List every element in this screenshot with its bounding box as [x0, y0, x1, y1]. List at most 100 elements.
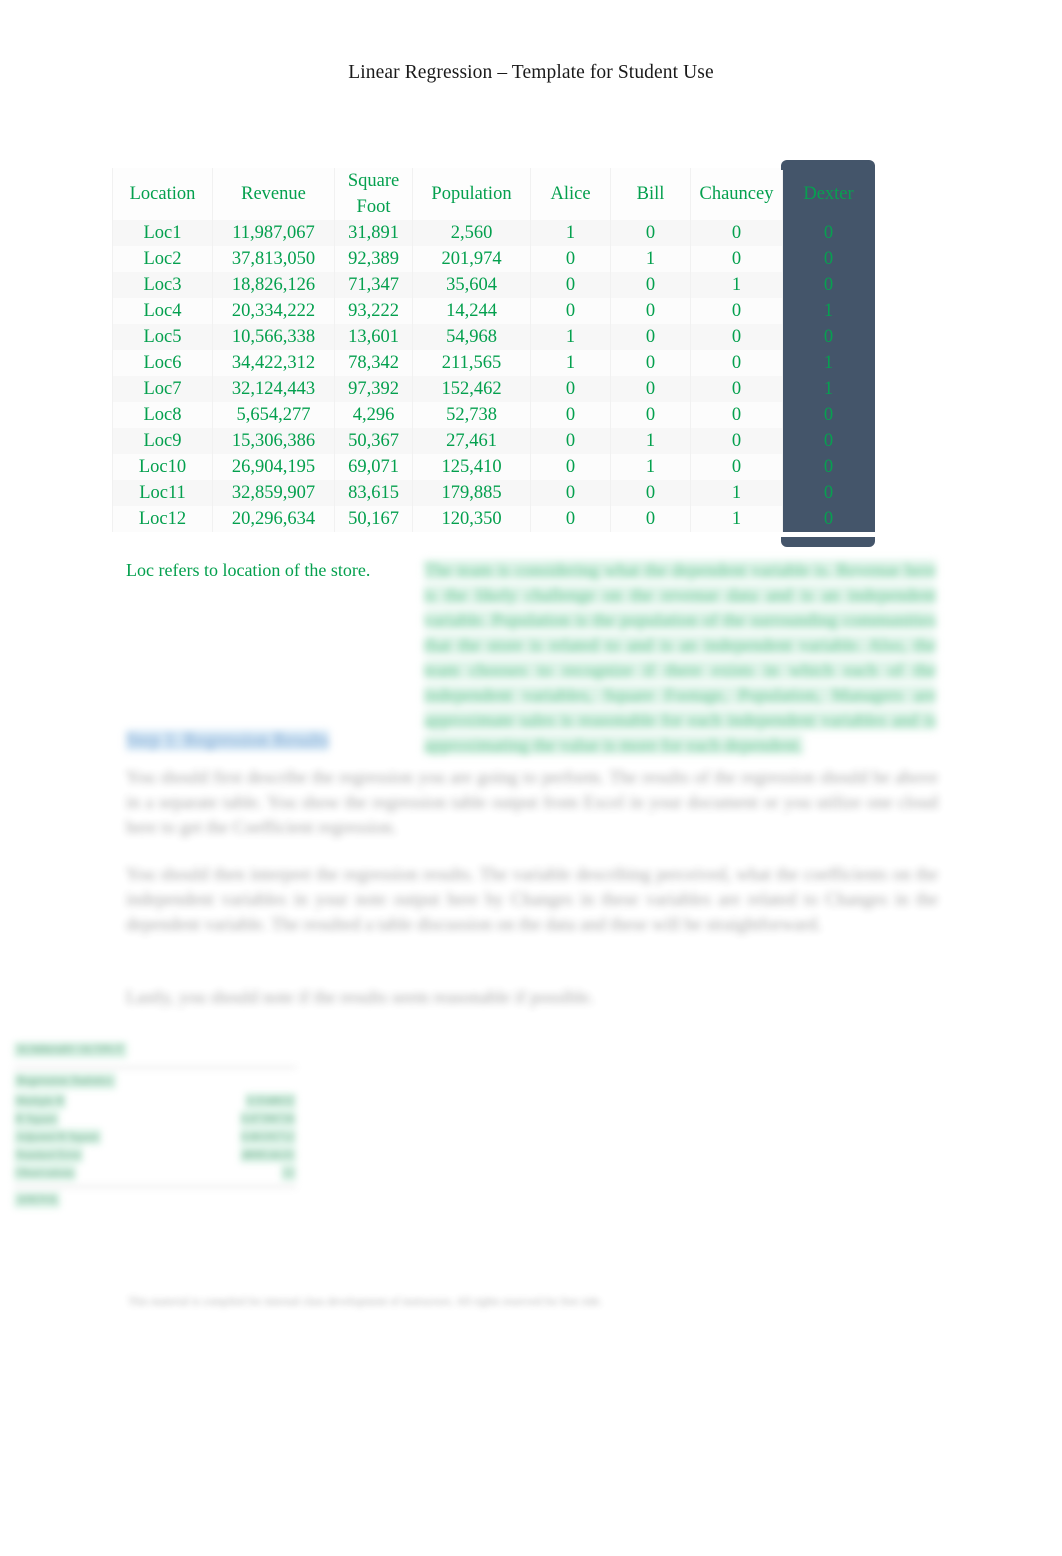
- cell-bill[interactable]: 0: [610, 402, 691, 428]
- cell-alice[interactable]: 0: [530, 428, 611, 454]
- cell-revenue[interactable]: 26,904,195: [212, 454, 335, 480]
- cell-chauncey[interactable]: 0: [690, 350, 783, 376]
- cell-alice[interactable]: 1: [530, 350, 611, 376]
- cell-chauncey[interactable]: 1: [690, 506, 783, 532]
- cell-population[interactable]: 52,738: [412, 402, 531, 428]
- cell-dexter[interactable]: 0: [782, 402, 875, 428]
- cell-location[interactable]: Loc4: [112, 298, 213, 324]
- cell-location[interactable]: Loc7: [112, 376, 213, 402]
- cell-location[interactable]: Loc2: [112, 246, 213, 272]
- cell-square_foot[interactable]: 83,615: [334, 480, 413, 506]
- cell-alice[interactable]: 0: [530, 402, 611, 428]
- cell-location[interactable]: Loc5: [112, 324, 213, 350]
- cell-population[interactable]: 179,885: [412, 480, 531, 506]
- cell-dexter[interactable]: 0: [782, 272, 875, 298]
- cell-population[interactable]: 201,974: [412, 246, 531, 272]
- col-header-chauncey[interactable]: Chauncey: [690, 168, 783, 220]
- cell-location[interactable]: Loc1: [112, 220, 213, 246]
- cell-location[interactable]: Loc11: [112, 480, 213, 506]
- cell-bill[interactable]: 0: [610, 506, 691, 532]
- col-header-bill[interactable]: Bill: [610, 168, 691, 220]
- col-header-population[interactable]: Population: [412, 168, 531, 220]
- col-header-square-foot[interactable]: Square Foot: [334, 168, 413, 220]
- cell-square_foot[interactable]: 78,342: [334, 350, 413, 376]
- cell-alice[interactable]: 0: [530, 506, 611, 532]
- cell-population[interactable]: 54,968: [412, 324, 531, 350]
- col-header-dexter[interactable]: Dexter: [782, 168, 875, 220]
- cell-dexter[interactable]: 0: [782, 246, 875, 272]
- cell-alice[interactable]: 0: [530, 480, 611, 506]
- cell-alice[interactable]: 1: [530, 324, 611, 350]
- cell-bill[interactable]: 1: [610, 246, 691, 272]
- cell-square_foot[interactable]: 69,071: [334, 454, 413, 480]
- cell-bill[interactable]: 0: [610, 324, 691, 350]
- cell-revenue[interactable]: 18,826,126: [212, 272, 335, 298]
- cell-bill[interactable]: 0: [610, 298, 691, 324]
- cell-dexter[interactable]: 1: [782, 376, 875, 402]
- cell-alice[interactable]: 0: [530, 246, 611, 272]
- cell-alice[interactable]: 0: [530, 454, 611, 480]
- cell-bill[interactable]: 0: [610, 220, 691, 246]
- cell-dexter[interactable]: 0: [782, 220, 875, 246]
- cell-revenue[interactable]: 32,859,907: [212, 480, 335, 506]
- cell-chauncey[interactable]: 0: [690, 324, 783, 350]
- cell-revenue[interactable]: 20,296,634: [212, 506, 335, 532]
- cell-revenue[interactable]: 11,987,067: [212, 220, 335, 246]
- cell-revenue[interactable]: 15,306,386: [212, 428, 335, 454]
- cell-dexter[interactable]: 0: [782, 506, 875, 532]
- cell-square_foot[interactable]: 71,347: [334, 272, 413, 298]
- cell-chauncey[interactable]: 0: [690, 246, 783, 272]
- cell-location[interactable]: Loc12: [112, 506, 213, 532]
- cell-dexter[interactable]: 0: [782, 480, 875, 506]
- col-header-location[interactable]: Location: [112, 168, 213, 220]
- cell-bill[interactable]: 1: [610, 428, 691, 454]
- cell-chauncey[interactable]: 0: [690, 376, 783, 402]
- cell-revenue[interactable]: 20,334,222: [212, 298, 335, 324]
- cell-alice[interactable]: 0: [530, 272, 611, 298]
- cell-revenue[interactable]: 10,566,338: [212, 324, 335, 350]
- cell-dexter[interactable]: 1: [782, 350, 875, 376]
- cell-bill[interactable]: 0: [610, 376, 691, 402]
- cell-alice[interactable]: 0: [530, 376, 611, 402]
- cell-square_foot[interactable]: 4,296: [334, 402, 413, 428]
- cell-square_foot[interactable]: 92,389: [334, 246, 413, 272]
- cell-alice[interactable]: 0: [530, 298, 611, 324]
- cell-population[interactable]: 27,461: [412, 428, 531, 454]
- cell-bill[interactable]: 0: [610, 350, 691, 376]
- cell-chauncey[interactable]: 0: [690, 454, 783, 480]
- cell-square_foot[interactable]: 31,891: [334, 220, 413, 246]
- cell-bill[interactable]: 0: [610, 272, 691, 298]
- cell-revenue[interactable]: 32,124,443: [212, 376, 335, 402]
- cell-revenue[interactable]: 37,813,050: [212, 246, 335, 272]
- cell-alice[interactable]: 1: [530, 220, 611, 246]
- col-header-alice[interactable]: Alice: [530, 168, 611, 220]
- cell-chauncey[interactable]: 0: [690, 220, 783, 246]
- cell-dexter[interactable]: 1: [782, 298, 875, 324]
- cell-chauncey[interactable]: 1: [690, 272, 783, 298]
- col-header-revenue[interactable]: Revenue: [212, 168, 335, 220]
- cell-location[interactable]: Loc8: [112, 402, 213, 428]
- cell-square_foot[interactable]: 97,392: [334, 376, 413, 402]
- cell-population[interactable]: 152,462: [412, 376, 531, 402]
- cell-chauncey[interactable]: 0: [690, 298, 783, 324]
- cell-population[interactable]: 14,244: [412, 298, 531, 324]
- cell-dexter[interactable]: 0: [782, 324, 875, 350]
- cell-square_foot[interactable]: 93,222: [334, 298, 413, 324]
- cell-square_foot[interactable]: 50,167: [334, 506, 413, 532]
- cell-location[interactable]: Loc9: [112, 428, 213, 454]
- cell-dexter[interactable]: 0: [782, 428, 875, 454]
- cell-revenue[interactable]: 5,654,277: [212, 402, 335, 428]
- cell-dexter[interactable]: 0: [782, 454, 875, 480]
- cell-chauncey[interactable]: 0: [690, 402, 783, 428]
- cell-location[interactable]: Loc6: [112, 350, 213, 376]
- cell-location[interactable]: Loc10: [112, 454, 213, 480]
- cell-bill[interactable]: 0: [610, 480, 691, 506]
- cell-square_foot[interactable]: 50,367: [334, 428, 413, 454]
- cell-bill[interactable]: 1: [610, 454, 691, 480]
- cell-location[interactable]: Loc3: [112, 272, 213, 298]
- cell-chauncey[interactable]: 1: [690, 480, 783, 506]
- cell-population[interactable]: 120,350: [412, 506, 531, 532]
- cell-square_foot[interactable]: 13,601: [334, 324, 413, 350]
- cell-chauncey[interactable]: 0: [690, 428, 783, 454]
- cell-revenue[interactable]: 34,422,312: [212, 350, 335, 376]
